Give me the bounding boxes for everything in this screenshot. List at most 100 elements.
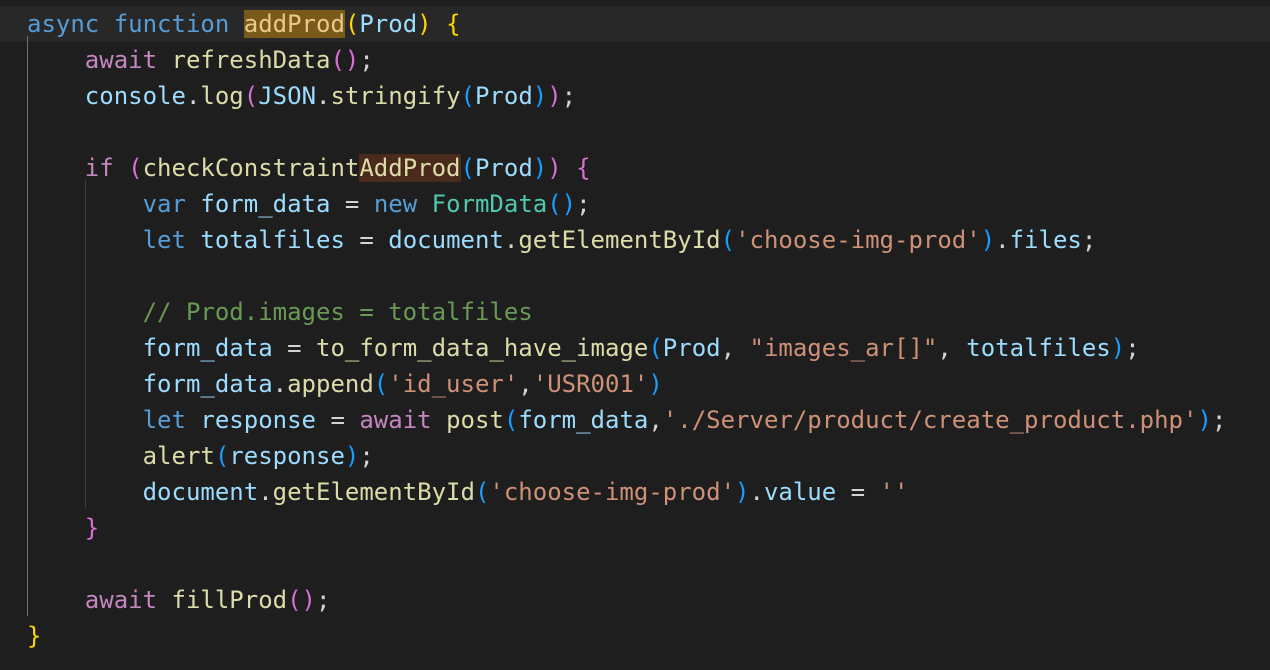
code-token: await	[84, 46, 158, 74]
code-token: ,	[518, 370, 533, 398]
code-line[interactable]	[0, 546, 1270, 582]
code-token: totalfiles	[966, 334, 1111, 362]
code-token: )	[980, 226, 996, 254]
code-line[interactable]	[0, 258, 1270, 294]
code-token: )	[561, 190, 577, 218]
code-line[interactable]: form_data = to_form_data_have_image(Prod…	[0, 330, 1270, 366]
code-token: AddProd	[359, 154, 461, 182]
code-token: =	[836, 478, 880, 506]
code-token: ,	[648, 406, 663, 434]
code-token: )	[344, 442, 360, 470]
code-token: totalfiles	[200, 226, 345, 254]
code-token: let	[142, 226, 186, 254]
code-token: (	[128, 154, 143, 182]
code-token: (	[503, 406, 519, 434]
code-line[interactable]	[0, 114, 1270, 150]
code-token: Prod	[474, 154, 533, 182]
code-line[interactable]: console.log(JSON.stringify(Prod));	[0, 78, 1270, 114]
code-line[interactable]: async function addProd(Prod) {	[0, 6, 1270, 42]
code-token: 'choose-img-prod'	[489, 478, 736, 506]
code-line-content: }	[27, 510, 99, 546]
code-token: form_data	[142, 370, 273, 398]
code-token: ;	[561, 82, 577, 110]
code-line[interactable]: let response = await post(form_data,'./S…	[0, 402, 1270, 438]
code-token: if	[84, 154, 114, 182]
code-token: (	[648, 334, 663, 362]
code-token: form_data	[518, 406, 649, 434]
code-line[interactable]: await refreshData();	[0, 42, 1270, 78]
code-line[interactable]: }	[0, 618, 1270, 654]
code-token: Prod	[662, 334, 721, 362]
code-token: checkConstraint	[142, 154, 360, 182]
code-token: ,	[720, 334, 750, 362]
code-token: (	[373, 370, 389, 398]
code-token: )	[301, 586, 316, 614]
code-token: log	[200, 82, 244, 110]
code-token: )	[1110, 334, 1126, 362]
code-token: response	[229, 442, 345, 470]
code-token: ;	[1081, 226, 1097, 254]
code-token: )	[1197, 406, 1212, 434]
code-token: )	[547, 82, 562, 110]
code-line[interactable]: await fillProd();	[0, 582, 1270, 618]
code-token: ;	[1125, 334, 1140, 362]
code-token: (	[287, 586, 302, 614]
code-line[interactable]: if (checkConstraintAddProd(Prod)) {	[0, 150, 1270, 186]
code-line[interactable]: }	[0, 510, 1270, 546]
code-token: await	[359, 406, 432, 434]
code-token: .	[749, 478, 764, 506]
code-token: await	[84, 586, 158, 614]
indent-guide-if-body	[85, 180, 86, 508]
code-token: (	[547, 190, 562, 218]
code-token: refreshData	[171, 46, 331, 74]
code-token: alert	[142, 442, 215, 470]
code-token: append	[287, 370, 374, 398]
code-token: (	[243, 82, 259, 110]
code-token: Prod	[359, 10, 418, 38]
code-line[interactable]: document.getElementById('choose-img-prod…	[0, 474, 1270, 510]
code-token: form_data	[142, 334, 273, 362]
code-line[interactable]: form_data.append('id_user','USR001')	[0, 366, 1270, 402]
code-token: =	[344, 226, 389, 254]
code-token: .	[995, 226, 1010, 254]
code-token: .	[272, 370, 288, 398]
code-line-content: async function addProd(Prod) {	[27, 6, 461, 42]
code-token: (	[474, 478, 490, 506]
code-token: ;	[359, 442, 374, 470]
code-line-content: var form_data = new FormData();	[27, 186, 591, 222]
code-line[interactable]: // Prod.images = totalfiles	[0, 294, 1270, 330]
code-token: async	[27, 10, 100, 38]
code-token: (	[720, 226, 736, 254]
code-line[interactable]: var form_data = new FormData();	[0, 186, 1270, 222]
code-token: files	[1009, 226, 1082, 254]
code-token: )	[532, 82, 548, 110]
code-editor[interactable]: async function addProd(Prod) { await ref…	[0, 0, 1270, 670]
code-line[interactable]: alert(response);	[0, 438, 1270, 474]
code-token: (	[214, 442, 230, 470]
code-token: post	[446, 406, 504, 434]
code-token: to_form_data_have_image	[316, 334, 649, 362]
code-token: ;	[1211, 406, 1227, 434]
code-token: document	[142, 478, 259, 506]
code-token: ,	[937, 334, 967, 362]
code-token: )	[735, 478, 750, 506]
code-token: )	[344, 46, 360, 74]
code-token: .	[316, 82, 331, 110]
code-token: response	[200, 406, 316, 434]
code-line-content: form_data = to_form_data_have_image(Prod…	[27, 330, 1140, 366]
code-line-content: }	[27, 618, 41, 654]
code-line[interactable]: let totalfiles = document.getElementById…	[0, 222, 1270, 258]
code-token: =	[316, 406, 360, 434]
code-token: ''	[879, 478, 909, 506]
